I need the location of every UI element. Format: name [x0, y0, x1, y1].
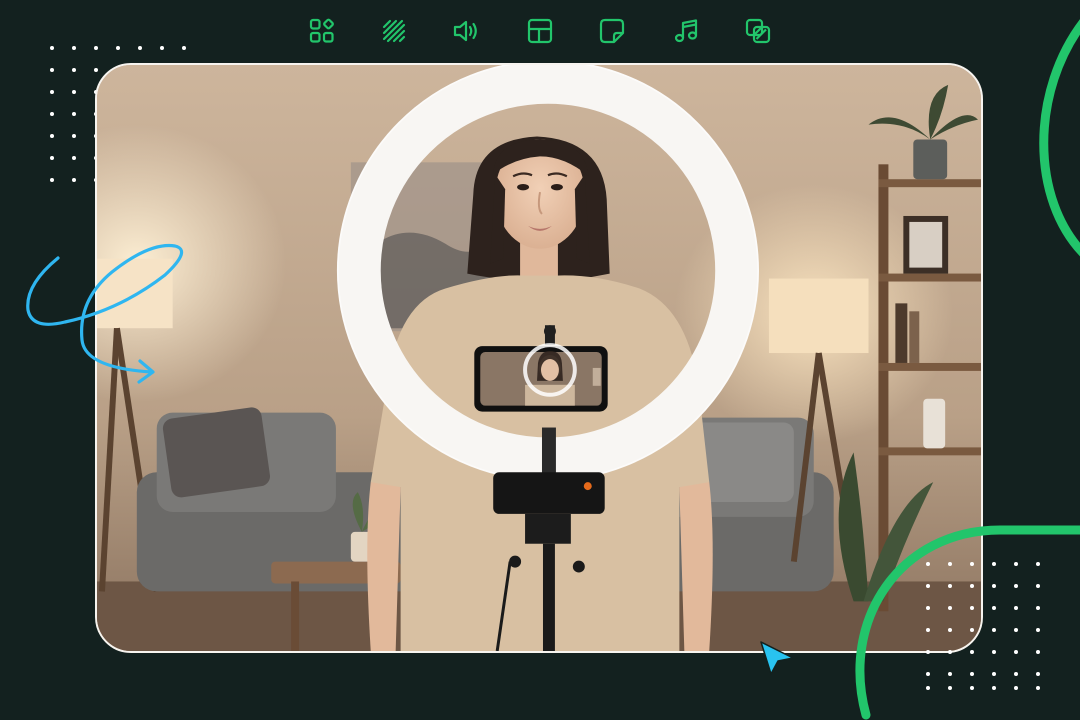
- video-preview-frame[interactable]: [95, 63, 983, 653]
- widgets-tool-button[interactable]: [303, 12, 341, 50]
- pointer-cursor-icon: [760, 641, 794, 675]
- texture-lines-icon: [382, 19, 406, 43]
- preview-photo: [97, 65, 981, 651]
- overlay-tool-button[interactable]: [739, 12, 777, 50]
- volume-icon: [453, 20, 477, 42]
- texture-tool-button[interactable]: [375, 12, 413, 50]
- music-tool-button[interactable]: [667, 12, 705, 50]
- sticker-tool-button[interactable]: [593, 12, 631, 50]
- sticker-icon: [599, 18, 625, 44]
- audio-tool-button[interactable]: [447, 12, 485, 50]
- editor-toolbar: [300, 12, 780, 50]
- layout-icon: [527, 18, 553, 44]
- layout-tool-button[interactable]: [521, 12, 559, 50]
- widgets-icon: [309, 18, 334, 43]
- overlay-icon: [745, 18, 771, 44]
- green-arc-top-right: [1039, 19, 1080, 257]
- music-note-icon: [674, 19, 698, 43]
